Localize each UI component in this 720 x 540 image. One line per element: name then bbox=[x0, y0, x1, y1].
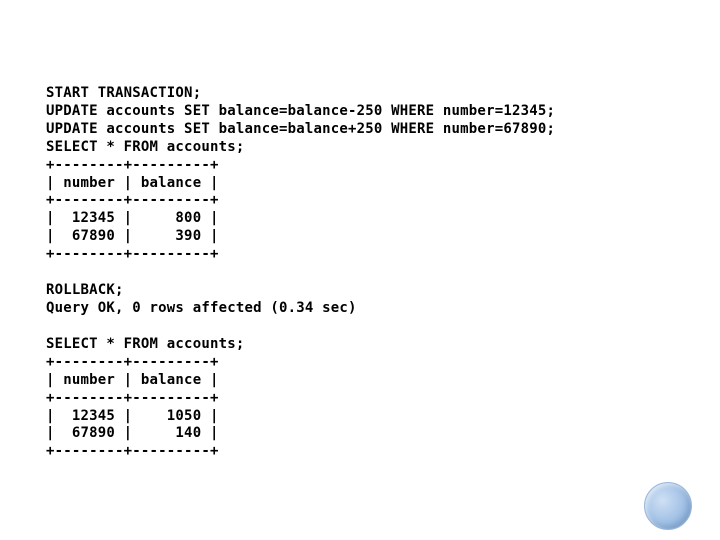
sql-select-after-block: SELECT * FROM accounts; +--------+------… bbox=[46, 336, 680, 461]
decorative-sphere-icon bbox=[644, 482, 692, 530]
slide: START TRANSACTION; UPDATE accounts SET b… bbox=[0, 0, 720, 540]
sql-transaction-block: START TRANSACTION; UPDATE accounts SET b… bbox=[46, 85, 680, 264]
sql-rollback-block: ROLLBACK; Query OK, 0 rows affected (0.3… bbox=[46, 282, 680, 318]
